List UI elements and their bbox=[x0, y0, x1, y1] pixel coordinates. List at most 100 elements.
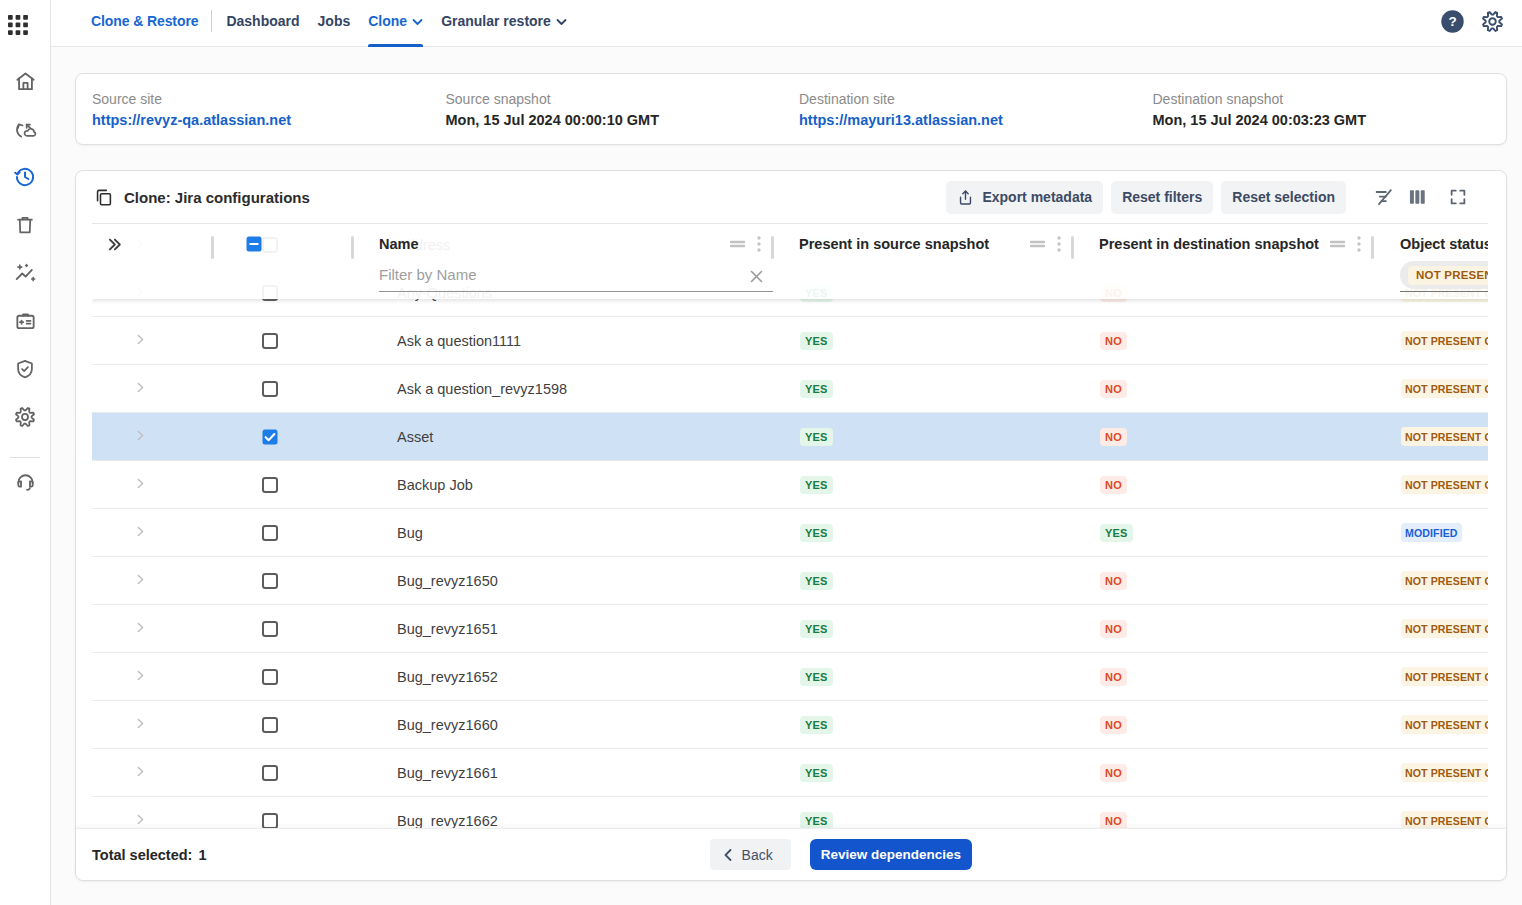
row-name: Bug_revyz1660 bbox=[397, 717, 498, 733]
sidebar-item-clone[interactable] bbox=[0, 105, 50, 153]
row-expand-chevron[interactable] bbox=[134, 333, 147, 346]
name-filter-input[interactable] bbox=[379, 264, 773, 292]
copy-icon bbox=[94, 188, 113, 207]
status-filter-cell: NOT PRESENT O bbox=[1400, 260, 1488, 292]
row-expand-chevron[interactable] bbox=[134, 525, 147, 538]
table-row[interactable]: BugYESYESMODIFIED bbox=[92, 509, 1488, 557]
app-switcher-grid-icon[interactable] bbox=[8, 15, 28, 35]
status-column-label: Object status bbox=[1400, 236, 1488, 252]
fullscreen-icon[interactable] bbox=[1449, 188, 1467, 206]
clear-filters-icon[interactable] bbox=[1373, 186, 1395, 208]
table-row[interactable]: Bug_revyz1651YESNONOT PRESENT O bbox=[92, 605, 1488, 653]
column-menu-icon[interactable] bbox=[757, 236, 761, 252]
row-expand-chevron[interactable] bbox=[134, 573, 147, 586]
total-selected-label: Total selected: bbox=[92, 847, 192, 863]
sidebar-item-assets[interactable] bbox=[0, 297, 50, 345]
row-name: Asset bbox=[397, 429, 433, 445]
destination-site-link[interactable]: https://mayuri13.atlassian.net bbox=[799, 112, 1153, 128]
row-checkbox[interactable] bbox=[262, 573, 353, 589]
sidebar-item-home[interactable] bbox=[0, 57, 50, 105]
row-checkbox[interactable] bbox=[262, 813, 353, 829]
table-row[interactable]: AssetYESNONOT PRESENT O bbox=[92, 413, 1488, 461]
row-expand-chevron[interactable] bbox=[134, 717, 147, 730]
row-expand-chevron[interactable] bbox=[134, 621, 147, 634]
row-expand-chevron[interactable] bbox=[134, 813, 147, 826]
object-status-badge: NOT PRESENT O bbox=[1401, 811, 1488, 828]
columns-icon[interactable] bbox=[1408, 188, 1426, 206]
sidebar-item-settings[interactable] bbox=[0, 393, 50, 441]
table-row[interactable]: Bug_revyz1661YESNONOT PRESENT O bbox=[92, 749, 1488, 797]
source-site-link[interactable]: https://revyz-qa.atlassian.net bbox=[92, 112, 446, 128]
status-filter-chip-label: NOT PRESENT O bbox=[1408, 266, 1488, 285]
table-row[interactable]: Backup JobYESNONOT PRESENT O bbox=[92, 461, 1488, 509]
row-expand-chevron[interactable] bbox=[134, 669, 147, 682]
row-checkbox[interactable] bbox=[262, 669, 353, 685]
row-expand-chevron[interactable] bbox=[134, 381, 147, 394]
snapshot-info-bar: Source site https://revyz-qa.atlassian.n… bbox=[75, 73, 1507, 145]
back-button[interactable]: Back bbox=[710, 839, 791, 870]
asset-card-icon bbox=[14, 310, 37, 333]
select-all-checkbox[interactable] bbox=[246, 236, 262, 252]
export-metadata-label: Export metadata bbox=[982, 189, 1092, 205]
table-row[interactable]: Bug_revyz1650YESNONOT PRESENT O bbox=[92, 557, 1488, 605]
review-dependencies-button[interactable]: Review dependencies bbox=[810, 839, 972, 870]
select-all-column-header bbox=[213, 224, 353, 264]
nav-item-label: Jobs bbox=[318, 13, 351, 29]
nav-item-jobs[interactable]: Jobs bbox=[309, 0, 360, 47]
source-presence-badge: YES bbox=[800, 332, 833, 350]
row-checkbox[interactable] bbox=[262, 525, 353, 541]
source-presence-badge: YES bbox=[800, 716, 833, 734]
row-checkbox[interactable] bbox=[262, 477, 353, 493]
row-name: Bug_revyz1652 bbox=[397, 669, 498, 685]
row-checkbox[interactable] bbox=[262, 765, 353, 781]
destination-snapshot-value: Mon, 15 Jul 2024 00:03:23 GMT bbox=[1153, 112, 1507, 128]
source-column-header: Present in source snapshot bbox=[773, 224, 1073, 264]
trash-icon bbox=[14, 214, 36, 236]
clear-filter-icon[interactable] bbox=[748, 268, 765, 285]
table-row[interactable]: Ask a question1111YESNONOT PRESENT O bbox=[92, 317, 1488, 365]
source-presence-badge: YES bbox=[800, 812, 833, 828]
app-brand[interactable]: Clone & Restore bbox=[91, 13, 198, 29]
nav-item-label: Granular restore bbox=[441, 13, 551, 29]
export-metadata-button[interactable]: Export metadata bbox=[946, 181, 1103, 214]
sidebar-item-restore-history[interactable] bbox=[0, 153, 50, 201]
column-menu-icon[interactable] bbox=[1357, 236, 1361, 252]
row-checkbox[interactable] bbox=[262, 717, 353, 733]
settings-gear-icon[interactable] bbox=[1481, 10, 1504, 33]
row-checkbox[interactable] bbox=[262, 333, 353, 349]
nav-item-dashboard[interactable]: Dashboard bbox=[217, 0, 308, 47]
sidebar-icon-list bbox=[0, 57, 50, 441]
reset-filters-button[interactable]: Reset filters bbox=[1111, 181, 1213, 214]
nav-item-granular-restore[interactable]: Granular restore bbox=[432, 0, 576, 47]
drag-handle-icon[interactable] bbox=[729, 238, 746, 250]
table-row[interactable]: Bug_revyz1660YESNONOT PRESENT O bbox=[92, 701, 1488, 749]
row-checkbox[interactable] bbox=[262, 621, 353, 637]
sidebar-item-security[interactable] bbox=[0, 345, 50, 393]
table-row[interactable]: Bug_revyz1662YESNONOT PRESENT O bbox=[92, 797, 1488, 828]
destination-column-header: Present in destination snapshot bbox=[1073, 224, 1373, 264]
table-row[interactable]: Bug_revyz1652YESNONOT PRESENT O bbox=[92, 653, 1488, 701]
source-site-label: Source site bbox=[92, 91, 446, 107]
nav-item-clone[interactable]: Clone bbox=[359, 0, 432, 47]
help-icon[interactable]: ? bbox=[1440, 9, 1465, 34]
row-checkbox[interactable] bbox=[262, 381, 353, 397]
row-checkbox[interactable] bbox=[262, 429, 353, 445]
status-filter-chip[interactable]: NOT PRESENT O bbox=[1400, 261, 1488, 289]
table-row[interactable]: Ask a question_revyz1598YESNONOT PRESENT… bbox=[92, 365, 1488, 413]
column-menu-icon[interactable] bbox=[1057, 236, 1061, 252]
svg-text:?: ? bbox=[1448, 14, 1456, 29]
drag-handle-icon[interactable] bbox=[1029, 238, 1046, 250]
drag-handle-icon[interactable] bbox=[1329, 238, 1346, 250]
source-presence-badge: YES bbox=[800, 380, 833, 398]
sidebar-item-support[interactable] bbox=[0, 457, 50, 505]
total-selected: Total selected:1 bbox=[92, 847, 207, 863]
reset-selection-button[interactable]: Reset selection bbox=[1221, 181, 1346, 214]
row-expand-chevron[interactable] bbox=[134, 477, 147, 490]
expand-all-icon[interactable] bbox=[106, 236, 123, 253]
sidebar-item-trash[interactable] bbox=[0, 201, 50, 249]
row-expand-chevron[interactable] bbox=[134, 765, 147, 778]
object-status-badge: MODIFIED bbox=[1401, 523, 1462, 542]
destination-presence-badge: NO bbox=[1100, 764, 1127, 782]
sidebar-item-analytics[interactable] bbox=[0, 249, 50, 297]
row-expand-chevron[interactable] bbox=[134, 429, 147, 442]
